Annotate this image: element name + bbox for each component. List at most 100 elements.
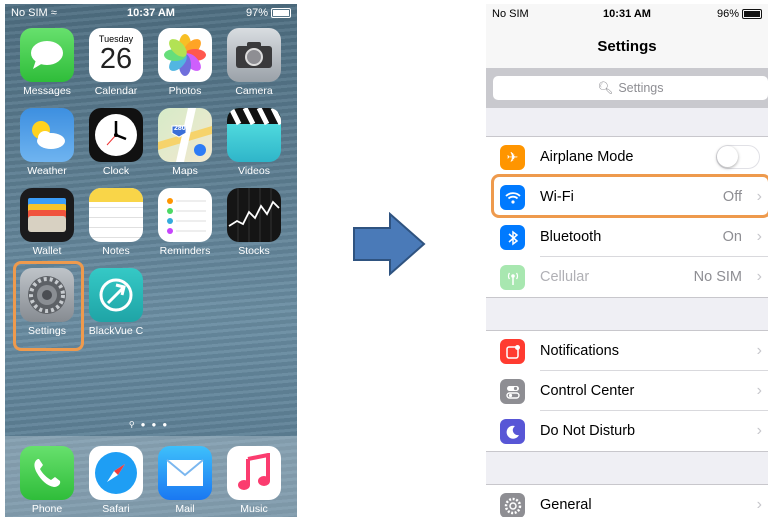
calendar-icon: Tuesday 26 xyxy=(89,28,143,82)
app-label: Stocks xyxy=(238,245,270,257)
row-do-not-disturb[interactable]: Do Not Disturb › xyxy=(486,411,768,451)
dock: Phone Safari Mail Music xyxy=(5,436,297,517)
gear-icon xyxy=(500,493,525,517)
row-label: Airplane Mode xyxy=(540,149,634,165)
control-center-icon xyxy=(500,379,525,404)
app-label: Wallet xyxy=(32,245,62,257)
app-videos[interactable]: Videos xyxy=(219,108,289,177)
chevron-right-icon: › xyxy=(756,382,762,399)
app-stocks[interactable]: Stocks xyxy=(219,188,289,257)
row-label: General xyxy=(540,497,592,513)
blackvue-icon xyxy=(89,268,143,322)
photos-icon xyxy=(158,28,212,82)
maps-icon: 280 xyxy=(158,108,212,162)
app-calendar[interactable]: Tuesday 26 Calendar xyxy=(81,28,151,97)
app-maps[interactable]: 280 Maps xyxy=(150,108,220,177)
airplane-icon: ✈︎ xyxy=(500,145,525,170)
row-value: No SIM xyxy=(693,269,742,285)
app-reminders[interactable]: Reminders xyxy=(150,188,220,257)
page-title: Settings xyxy=(597,38,657,55)
app-label: Notes xyxy=(102,245,130,257)
app-notes[interactable]: Notes xyxy=(81,188,151,257)
weather-icon xyxy=(20,108,74,162)
app-label: Messages xyxy=(23,85,71,97)
app-mail[interactable]: Mail xyxy=(150,446,220,515)
settings-screen: No SIM 10:31 AM 96% Settings 🔍︎ Settings… xyxy=(486,4,768,517)
highway-shield-label: 280 xyxy=(174,125,186,132)
videos-icon xyxy=(227,108,281,162)
home-screen: No SIM ≈ 10:37 AM 97% Messages Tuesday 2… xyxy=(5,4,297,517)
home-status-bar: No SIM ≈ 10:37 AM 97% xyxy=(5,4,297,22)
app-label: Clock xyxy=(102,165,130,177)
search-icon: 🔍︎ xyxy=(597,80,614,95)
search-placeholder: Settings xyxy=(618,81,664,95)
app-clock[interactable]: Clock xyxy=(81,108,151,177)
cellular-icon xyxy=(500,265,525,290)
right-arrow-icon xyxy=(353,212,426,276)
toggle-knob xyxy=(717,146,738,167)
app-blackvue[interactable]: BlackVue C xyxy=(81,268,151,337)
settings-group-notifications: Notifications › Control Center › Do Not … xyxy=(486,330,768,452)
app-phone[interactable]: Phone xyxy=(12,446,82,515)
app-label: Safari xyxy=(102,503,130,515)
row-cellular[interactable]: Cellular No SIM › xyxy=(486,257,768,297)
settings-status-bar: No SIM 10:31 AM 96% xyxy=(486,4,768,24)
row-airplane-mode[interactable]: ✈︎ Airplane Mode xyxy=(486,137,768,177)
chevron-right-icon: › xyxy=(756,268,762,285)
app-camera[interactable]: Camera xyxy=(219,28,289,97)
app-label: Photos xyxy=(168,85,202,97)
settings-app-highlight xyxy=(13,261,84,351)
row-label: Cellular xyxy=(540,269,590,285)
music-icon xyxy=(227,446,281,500)
row-label: Bluetooth xyxy=(540,229,602,245)
search-field[interactable]: 🔍︎ Settings xyxy=(493,76,768,100)
app-label: Calendar xyxy=(94,85,138,97)
reminders-icon xyxy=(158,188,212,242)
app-wallet[interactable]: Wallet xyxy=(12,188,82,257)
app-label: Reminders xyxy=(159,245,211,257)
wifi-row-highlight xyxy=(491,174,768,218)
page-indicator[interactable]: ⚲●●● xyxy=(5,420,297,429)
app-label: Mail xyxy=(175,503,195,515)
notifications-icon xyxy=(500,339,525,364)
app-label: Phone xyxy=(31,503,63,515)
chevron-right-icon: › xyxy=(756,496,762,513)
app-safari[interactable]: Safari xyxy=(81,446,151,515)
app-label: Maps xyxy=(172,165,198,177)
safari-icon xyxy=(89,446,143,500)
stocks-icon xyxy=(227,188,281,242)
row-label: Do Not Disturb xyxy=(540,423,636,439)
battery-icon xyxy=(742,9,762,19)
row-general[interactable]: General › xyxy=(486,485,768,517)
app-label: Music xyxy=(240,503,268,515)
row-bluetooth[interactable]: Bluetooth On › xyxy=(486,217,768,257)
airplane-mode-toggle[interactable] xyxy=(716,145,760,169)
bluetooth-icon xyxy=(500,225,525,250)
app-label: Weather xyxy=(27,165,67,177)
messages-icon xyxy=(20,28,74,82)
app-label: Videos xyxy=(238,165,270,177)
camera-icon xyxy=(227,28,281,82)
app-weather[interactable]: Weather xyxy=(12,108,82,177)
chevron-right-icon: › xyxy=(756,342,762,359)
battery-icon xyxy=(271,8,291,18)
settings-group-general: General › xyxy=(486,484,768,517)
clock-icon xyxy=(89,108,143,162)
app-photos[interactable]: Photos xyxy=(150,28,220,97)
notes-icon xyxy=(89,188,143,242)
app-messages[interactable]: Messages xyxy=(12,28,82,97)
wallet-icon xyxy=(20,188,74,242)
app-label: BlackVue C xyxy=(88,325,144,337)
phone-icon xyxy=(20,446,74,500)
row-label: Control Center xyxy=(540,383,635,399)
row-control-center[interactable]: Control Center › xyxy=(486,371,768,411)
battery-indicator: 96% xyxy=(717,8,762,20)
calendar-day: 26 xyxy=(99,43,133,75)
chevron-right-icon: › xyxy=(756,422,762,439)
app-label: Camera xyxy=(235,85,273,97)
moon-icon xyxy=(500,419,525,444)
chevron-right-icon: › xyxy=(756,228,762,245)
row-notifications[interactable]: Notifications › xyxy=(486,331,768,371)
app-music[interactable]: Music xyxy=(219,446,289,515)
navigation-bar: Settings xyxy=(486,24,768,68)
